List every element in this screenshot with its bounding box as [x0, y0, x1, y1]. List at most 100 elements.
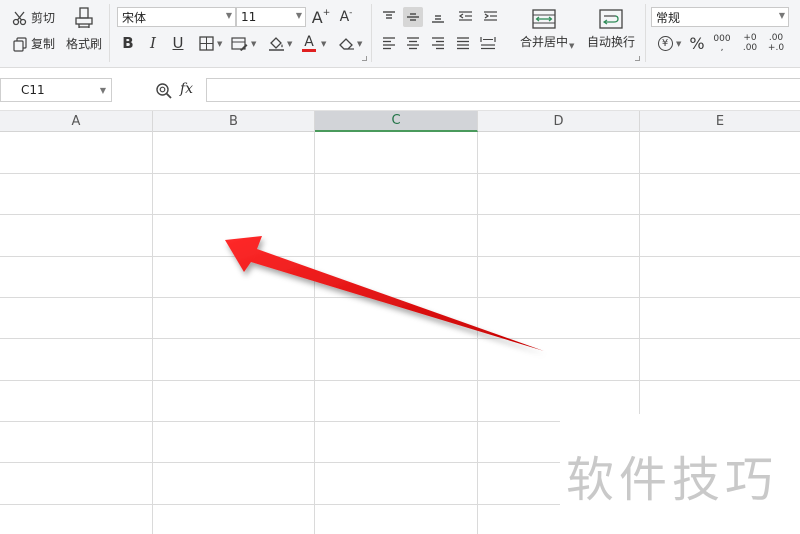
grid-line: [314, 132, 315, 534]
column-header-b[interactable]: B: [153, 111, 315, 132]
column-header-e[interactable]: E: [640, 111, 800, 132]
column-header-row: A B C D E: [0, 110, 800, 132]
underline-icon: U: [172, 34, 184, 52]
increase-font-icon: A: [311, 7, 323, 27]
grid-line: [0, 297, 800, 298]
cell-reference: C11: [21, 83, 45, 97]
chevron-down-icon[interactable]: ▼: [569, 42, 574, 50]
distribute-icon: [480, 37, 496, 50]
cut-label: 剪切: [31, 11, 56, 25]
clear-button[interactable]: [336, 33, 356, 53]
watermark-text: 软件技巧: [566, 452, 779, 508]
chevron-down-icon: ▼: [295, 11, 302, 20]
grid-line: [0, 214, 800, 215]
zoom-icon[interactable]: [155, 82, 173, 100]
column-letter: A: [71, 114, 81, 129]
align-right-button[interactable]: [428, 33, 448, 53]
column-header-d[interactable]: D: [478, 111, 640, 132]
chevron-down-icon[interactable]: ▼: [217, 40, 222, 48]
grid-line: [0, 380, 800, 381]
separator: [109, 4, 110, 62]
column-header-a[interactable]: A: [0, 111, 153, 132]
align-bottom-icon: [432, 15, 444, 23]
grid-line: [0, 256, 800, 257]
chevron-down-icon[interactable]: ▼: [251, 40, 256, 48]
wrap-text-button[interactable]: 自动换行: [587, 8, 635, 50]
merge-center-button[interactable]: 合并居中: [520, 8, 568, 50]
justify-button[interactable]: [453, 33, 473, 53]
fx-icon[interactable]: fx: [180, 81, 193, 97]
underline-button[interactable]: U: [168, 33, 188, 53]
grid-line: [0, 173, 800, 174]
justify-icon: [457, 37, 469, 50]
increase-decimal-icon: +0 .00: [742, 33, 758, 53]
font-name-value: 宋体: [122, 10, 147, 25]
align-left-icon: [383, 37, 395, 50]
fill-color-button[interactable]: [266, 33, 286, 53]
column-letter: B: [229, 114, 238, 129]
outdent-icon: [458, 11, 472, 21]
number-format-value: 常规: [656, 10, 681, 25]
decrease-indent-button[interactable]: [455, 7, 475, 27]
increase-indent-button[interactable]: [480, 7, 500, 27]
font-size-select[interactable]: 11 ▼: [236, 7, 306, 27]
cut-button[interactable]: 剪切: [12, 9, 55, 26]
indent-icon: [483, 11, 497, 21]
column-header-c[interactable]: C: [315, 111, 478, 132]
eraser-icon: [338, 37, 354, 50]
decrease-font-button[interactable]: A-: [336, 7, 356, 27]
separator: [645, 4, 646, 62]
align-left-button[interactable]: [379, 33, 399, 53]
align-top-button[interactable]: [379, 7, 399, 27]
cell-style-icon: [230, 36, 247, 51]
copy-icon: [13, 36, 27, 52]
chevron-down-icon[interactable]: ▼: [676, 40, 681, 48]
font-color-button[interactable]: A: [299, 33, 319, 53]
currency-icon: ¥: [657, 35, 673, 51]
increase-decimal-button[interactable]: +0 .00: [738, 33, 762, 53]
formula-input[interactable]: [206, 78, 800, 102]
align-middle-button[interactable]: [403, 7, 423, 27]
scissors-icon: [12, 11, 27, 25]
cell-style-button[interactable]: [229, 33, 249, 53]
name-box[interactable]: C11 ▼: [0, 78, 112, 102]
italic-button[interactable]: I: [143, 33, 163, 53]
currency-button[interactable]: ¥: [655, 33, 675, 53]
copy-label: 复制: [31, 37, 56, 51]
minus-icon: -: [349, 8, 353, 18]
percent-button[interactable]: %: [687, 33, 707, 53]
chevron-down-icon[interactable]: ▼: [321, 40, 326, 48]
font-dialog-launcher[interactable]: [362, 56, 367, 61]
merge-center-label: 合并居中: [520, 35, 569, 49]
format-painter-icon: [75, 7, 93, 28]
distributed-align-button[interactable]: [478, 33, 498, 53]
align-right-icon: [432, 37, 444, 50]
align-middle-icon: [407, 13, 419, 21]
format-painter-button[interactable]: 格式刷: [66, 7, 102, 52]
align-center-icon: [407, 37, 419, 50]
grid-line: [477, 132, 478, 534]
font-name-select[interactable]: 宋体 ▼: [117, 7, 236, 27]
increase-font-button[interactable]: A +: [311, 7, 331, 27]
merge-cells-icon: [532, 9, 556, 29]
alignment-dialog-launcher[interactable]: [635, 56, 640, 61]
bold-button[interactable]: B: [118, 33, 138, 53]
wrap-text-label: 自动换行: [587, 35, 636, 49]
wrap-text-icon: [599, 9, 623, 29]
align-bottom-button[interactable]: [428, 7, 448, 27]
paint-bucket-icon: [268, 37, 284, 51]
number-format-select[interactable]: 常规 ▼: [651, 7, 789, 27]
chevron-down-icon: ▼: [778, 11, 785, 20]
copy-button[interactable]: 复制: [12, 35, 55, 52]
decrease-decimal-button[interactable]: .00 +.0: [764, 33, 788, 53]
font-color-bar: [302, 48, 316, 52]
chevron-down-icon: ▼: [99, 86, 106, 95]
thousands-separator-button[interactable]: 000 ,: [712, 33, 732, 53]
plus-icon: +: [322, 8, 331, 18]
chevron-down-icon[interactable]: ▼: [287, 40, 292, 48]
bold-icon: B: [122, 34, 134, 52]
percent-icon: %: [689, 33, 705, 53]
align-center-button[interactable]: [403, 33, 423, 53]
borders-button[interactable]: [196, 33, 216, 53]
chevron-down-icon[interactable]: ▼: [357, 40, 362, 48]
